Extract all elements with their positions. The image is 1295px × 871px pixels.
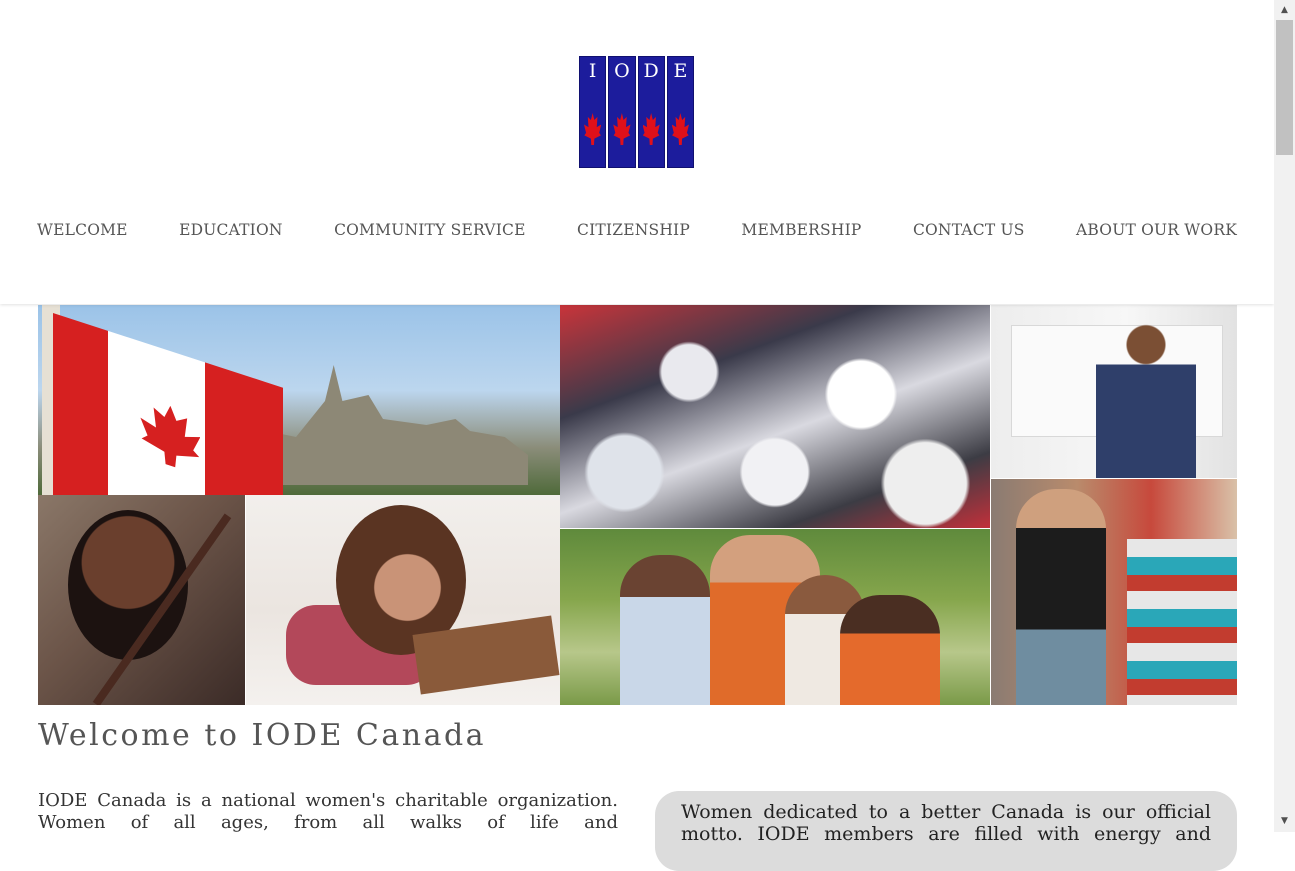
woman-figure	[1096, 315, 1196, 478]
family-member	[840, 595, 940, 705]
scroll-thumb[interactable]	[1276, 20, 1293, 155]
logo-bar: O	[608, 56, 636, 168]
violinist-figure	[68, 510, 188, 660]
page-title: Welcome to IODE Canada	[38, 718, 487, 753]
main-nav: WELCOME EDUCATION COMMUNITY SERVICE CITI…	[37, 221, 1237, 239]
photo-woman-store	[991, 479, 1237, 705]
intro-paragraph: IODE Canada is a national women's charit…	[38, 790, 618, 833]
store-shelf	[1127, 539, 1237, 705]
logo-letter: D	[643, 60, 659, 82]
photo-children-flags	[560, 305, 990, 528]
nav-item-membership[interactable]: MEMBERSHIP	[741, 221, 861, 239]
logo-bar: D	[637, 56, 665, 168]
scroll-up-arrow-icon[interactable]: ▲	[1274, 2, 1295, 19]
logo-letter: I	[588, 60, 597, 82]
photo-family-park	[560, 529, 990, 705]
maple-leaf-icon	[584, 113, 602, 145]
nav-item-education[interactable]: EDUCATION	[179, 221, 283, 239]
photo-violinist	[38, 495, 245, 705]
maple-leaf-icon	[642, 113, 660, 145]
maple-leaf-icon	[613, 113, 631, 145]
scroll-down-arrow-icon[interactable]: ▼	[1274, 813, 1295, 830]
site-header: I O D E WELCOME EDUCATION COMMUNITY SERV…	[0, 0, 1274, 304]
nav-item-citizenship[interactable]: CITIZENSHIP	[577, 221, 690, 239]
logo-bar: I	[579, 56, 607, 168]
nav-item-about-our-work[interactable]: ABOUT OUR WORK	[1076, 221, 1237, 239]
hero-photo-collage	[38, 305, 1237, 705]
nav-item-contact-us[interactable]: CONTACT US	[913, 221, 1025, 239]
logo-letter: O	[614, 60, 630, 82]
motto-box: Women dedicated to a better Canada is ou…	[655, 791, 1237, 871]
family-member	[620, 555, 710, 705]
woman-figure	[1016, 489, 1106, 705]
logo-letter: E	[673, 60, 688, 82]
logo-bar: E	[666, 56, 694, 168]
photo-parliament-flag	[38, 305, 560, 495]
maple-leaf-icon	[140, 396, 200, 475]
motto-text: Women dedicated to a better Canada is ou…	[681, 801, 1211, 845]
iode-logo[interactable]: I O D E	[579, 56, 694, 168]
nav-item-community-service[interactable]: COMMUNITY SERVICE	[334, 221, 526, 239]
photo-girl-reading	[246, 495, 560, 705]
nav-item-welcome[interactable]: WELCOME	[37, 221, 128, 239]
photo-woman-whiteboard	[991, 305, 1237, 478]
canadian-flag	[53, 313, 283, 495]
maple-leaf-icon	[671, 113, 689, 145]
vertical-scrollbar[interactable]: ▲ ▼	[1274, 0, 1295, 832]
